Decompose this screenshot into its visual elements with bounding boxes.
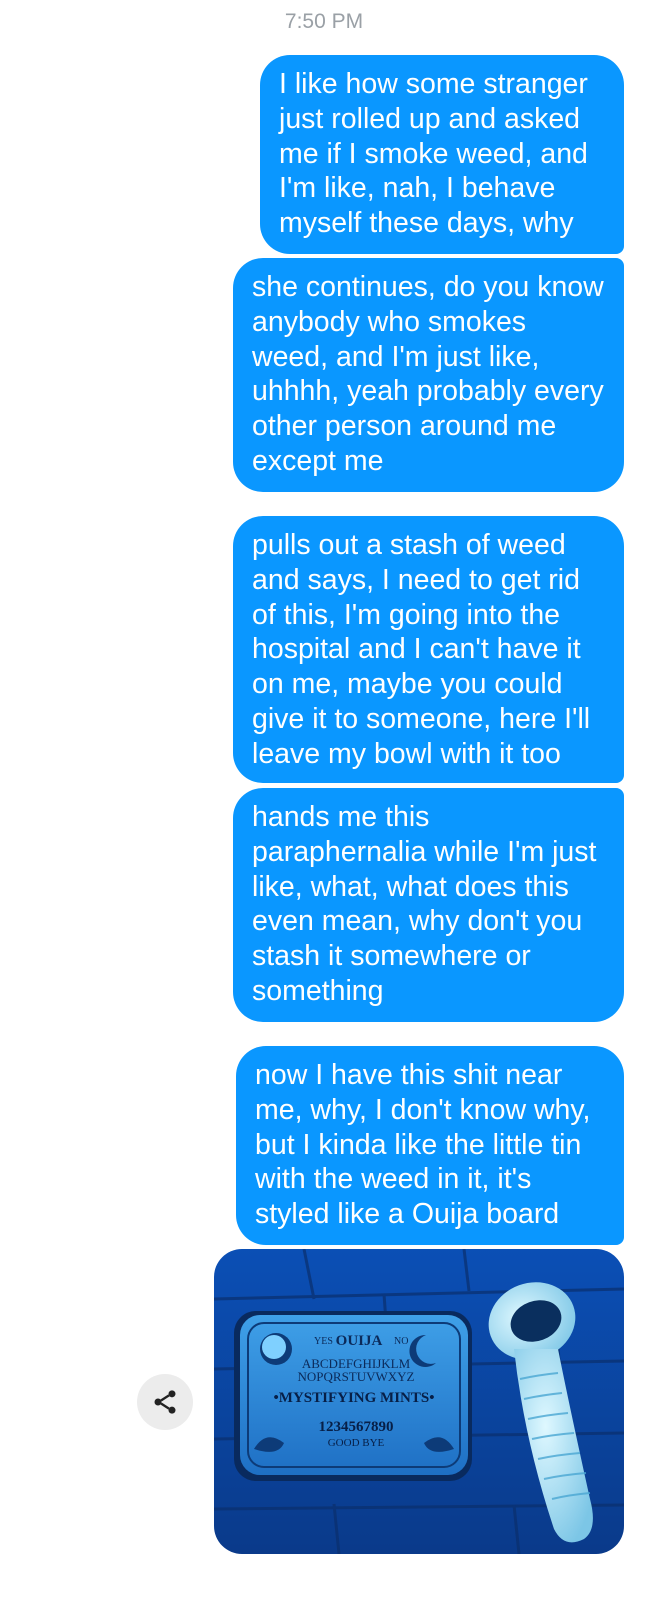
timestamp: 7:50 PM bbox=[284, 10, 364, 33]
tin-no: NO bbox=[394, 1336, 408, 1347]
tin-goodbye: GOOD BYE bbox=[328, 1437, 385, 1449]
tin-yes: YES bbox=[314, 1336, 333, 1347]
message-bubble[interactable]: I like how some stranger just rolled up … bbox=[260, 55, 624, 254]
tin-letters-2: NOPQRSTUVWXYZ bbox=[298, 1369, 415, 1384]
share-button[interactable] bbox=[137, 1374, 193, 1430]
tin-title: •MYSTIFYING MINTS• bbox=[274, 1390, 435, 1406]
photo-image: YES OUIJA NO ABCDEFGHIJKLM NOPQRSTUVWXYZ… bbox=[214, 1249, 624, 1554]
share-icon bbox=[154, 1390, 176, 1414]
message-bubble[interactable]: she continues, do you know anybody who s… bbox=[233, 258, 624, 492]
message-bubble[interactable]: pulls out a stash of weed and says, I ne… bbox=[233, 516, 624, 783]
tin-brand: OUIJA bbox=[336, 1333, 383, 1349]
message-bubble[interactable]: hands me this paraphernalia while I'm ju… bbox=[233, 788, 624, 1022]
message-bubble[interactable]: now I have this shit near me, why, I don… bbox=[236, 1046, 624, 1245]
tin-numbers: 1234567890 bbox=[319, 1419, 394, 1435]
photo-message[interactable]: YES OUIJA NO ABCDEFGHIJKLM NOPQRSTUVWXYZ… bbox=[214, 1249, 624, 1554]
